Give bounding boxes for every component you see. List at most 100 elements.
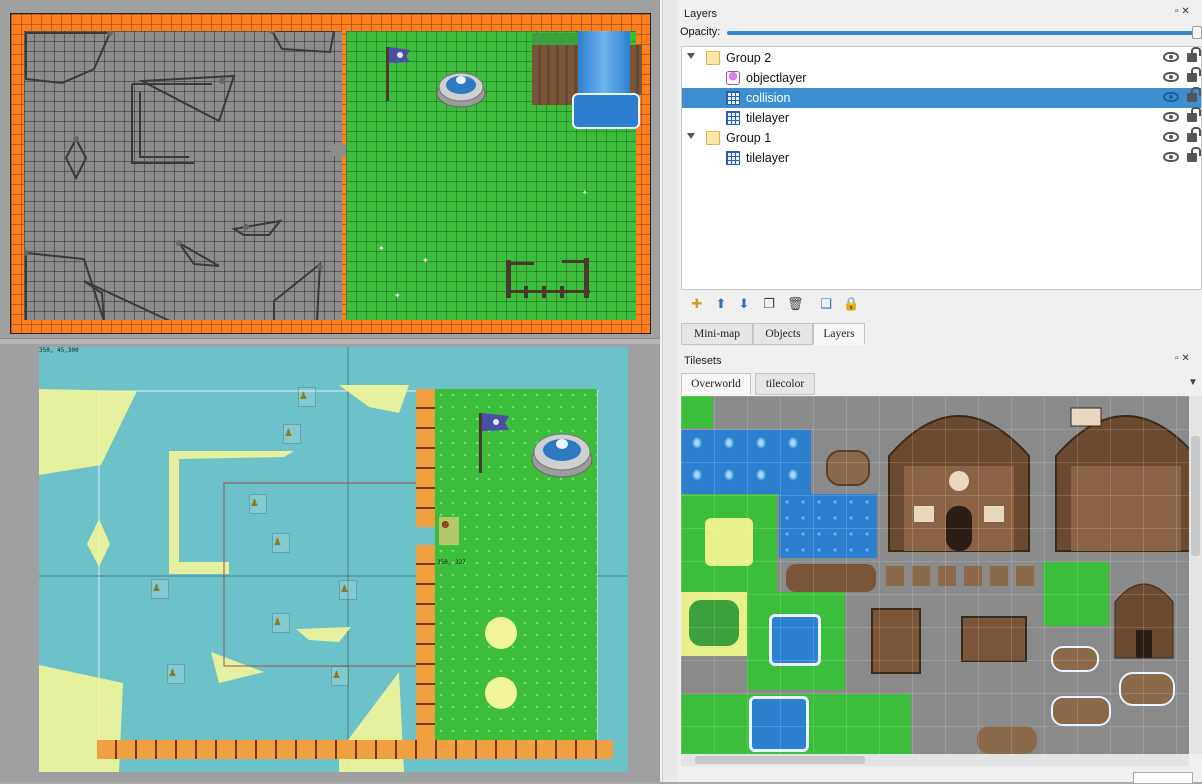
pond <box>572 93 640 129</box>
folder-icon <box>706 51 720 65</box>
layer-row-objectlayer[interactable]: objectlayer <box>682 67 1201 88</box>
new-layer-icon[interactable]: ✚ <box>689 296 705 312</box>
sign-tile[interactable] <box>871 608 921 674</box>
water-tiles[interactable] <box>779 494 877 558</box>
cliff-top <box>532 33 578 45</box>
layer-name: tilelayer <box>746 151 790 165</box>
lock-icon[interactable] <box>1187 107 1201 122</box>
lock-icon[interactable] <box>1187 147 1201 162</box>
lock-icon[interactable] <box>1187 127 1201 142</box>
map-view-top[interactable]: ✦ ✦ ✦ ✦ <box>10 13 651 334</box>
wall-column <box>416 545 435 740</box>
object-layer-icon <box>726 71 740 85</box>
layer-list[interactable]: Group 2 objectlayer collision tilelayer … <box>681 46 1202 290</box>
object-marker[interactable]: ♟ <box>331 666 349 686</box>
rock-tile[interactable] <box>1051 696 1111 726</box>
sign-tile[interactable] <box>961 616 1027 662</box>
sparkle-icon: ✦ <box>582 190 588 197</box>
opacity-row: Opacity: <box>680 25 1202 41</box>
rock-tile[interactable] <box>1119 672 1175 706</box>
grass-area-bottom: ☻ 350, 327 <box>435 389 597 740</box>
eye-icon[interactable] <box>1163 92 1179 102</box>
fence-icon <box>506 258 590 298</box>
water-tiles[interactable] <box>681 430 811 494</box>
tab-overworld[interactable]: Overworld <box>681 373 751 395</box>
layer-row-collision[interactable]: collision <box>682 87 1201 108</box>
lower-layer-icon[interactable]: ⬇ <box>736 296 752 312</box>
opacity-slider-handle[interactable] <box>1192 26 1202 39</box>
object-marker[interactable]: ♟ <box>249 494 267 514</box>
tab-layers[interactable]: Layers <box>813 323 865 345</box>
layer-row-group-1[interactable]: Group 1 <box>682 127 1201 148</box>
fountain-icon <box>531 433 593 478</box>
pond-tile[interactable] <box>749 696 809 752</box>
tilesets-panel-title: Tilesets <box>684 355 722 367</box>
object-marker[interactable]: ♟ <box>272 613 290 633</box>
sparkle-icon: ✦ <box>422 256 429 265</box>
collision-circle <box>485 677 517 709</box>
bush-tile[interactable] <box>689 600 739 646</box>
pond-tile[interactable] <box>769 614 821 666</box>
eye-icon[interactable] <box>1163 152 1179 162</box>
small-house-tile[interactable] <box>1111 572 1177 660</box>
sand-tile[interactable] <box>705 518 753 566</box>
layer-row-group-2[interactable]: Group 2 <box>682 47 1201 68</box>
rock-tile[interactable] <box>977 726 1037 754</box>
lock-icon[interactable] <box>1187 87 1201 102</box>
object-marker[interactable]: ♟ <box>167 664 185 684</box>
lock-icon[interactable] <box>1187 67 1201 82</box>
tile[interactable] <box>681 396 713 428</box>
grass-tiles[interactable] <box>1043 562 1109 626</box>
house-tile[interactable] <box>884 396 1034 556</box>
raise-layer-icon[interactable]: ⬆ <box>713 296 729 312</box>
tab-tilecolor[interactable]: tilecolor <box>755 373 815 395</box>
expand-arrow-icon[interactable] <box>687 53 695 59</box>
player-sprite[interactable]: ☻ <box>439 517 459 545</box>
cliff-right <box>630 45 642 95</box>
rock-tile[interactable] <box>826 450 870 486</box>
object-marker[interactable]: ♟ <box>151 579 169 599</box>
layer-toolbar: ✚ ⬆ ⬇ ❐ 🗑 ❏ 🔒 <box>683 294 883 316</box>
object-marker[interactable]: ♟ <box>283 424 301 444</box>
object-marker[interactable]: ♟ <box>339 580 357 600</box>
toggle-others-icon[interactable]: ❏ <box>818 296 834 312</box>
tileset-horizontal-scrollbar[interactable] <box>681 754 1189 766</box>
eye-icon[interactable] <box>1163 112 1179 122</box>
editor-vertical-scrollbar[interactable] <box>662 0 678 782</box>
eye-icon[interactable] <box>1163 72 1179 82</box>
panel-float-close-icons[interactable]: ▫ ✕ <box>1175 6 1190 17</box>
tab-mini-map[interactable]: Mini-map <box>681 323 753 345</box>
duplicate-layer-icon[interactable]: ❐ <box>761 296 777 312</box>
rock-tile[interactable] <box>1051 646 1099 672</box>
tab-objects[interactable]: Objects <box>753 323 813 345</box>
collision-circle <box>485 617 517 649</box>
layer-row-tilelayer[interactable]: tilelayer <box>682 107 1201 128</box>
map-editor[interactable]: ✦ ✦ ✦ ✦ 350, 45,300 ♟ ♟ ♟ ♟ ♟ ♟ ♟ ♟ ♟ ☻ … <box>0 0 660 782</box>
map-view-bottom[interactable]: 350, 45,300 ♟ ♟ ♟ ♟ ♟ ♟ ♟ ♟ ♟ ☻ 350, 327 <box>39 347 628 772</box>
collision-layer-area <box>24 31 342 320</box>
object-marker[interactable]: ♟ <box>272 533 290 553</box>
layer-row-tilelayer[interactable]: tilelayer <box>682 147 1201 168</box>
zoom-combobox[interactable] <box>1133 772 1193 784</box>
tileset-vertical-scrollbar[interactable] <box>1189 396 1202 754</box>
log-tile[interactable] <box>786 564 876 592</box>
tileset-view[interactable] <box>681 396 1189 754</box>
remove-layer-icon[interactable]: 🗑 <box>787 296 804 312</box>
grass-tile-area: ✦ ✦ ✦ ✦ <box>346 31 642 320</box>
eye-icon[interactable] <box>1163 52 1179 62</box>
eye-icon[interactable] <box>1163 132 1179 142</box>
house-tile[interactable] <box>1051 396 1189 556</box>
flag-icon <box>479 413 509 473</box>
collision-shapes <box>24 31 336 320</box>
chevron-down-icon[interactable]: ▼ <box>1188 377 1198 388</box>
layer-name: objectlayer <box>746 71 807 85</box>
lock-others-icon[interactable]: 🔒 <box>843 296 859 312</box>
expand-arrow-icon[interactable] <box>687 133 695 139</box>
object-marker[interactable]: ♟ <box>298 387 316 407</box>
rock-row-tile[interactable] <box>886 566 1036 586</box>
opacity-slider[interactable] <box>727 31 1197 35</box>
lock-icon[interactable] <box>1187 47 1201 62</box>
view-splitter[interactable] <box>0 338 660 344</box>
panel-float-close-icons[interactable]: ▫ ✕ <box>1175 353 1190 364</box>
cliff <box>532 45 578 105</box>
